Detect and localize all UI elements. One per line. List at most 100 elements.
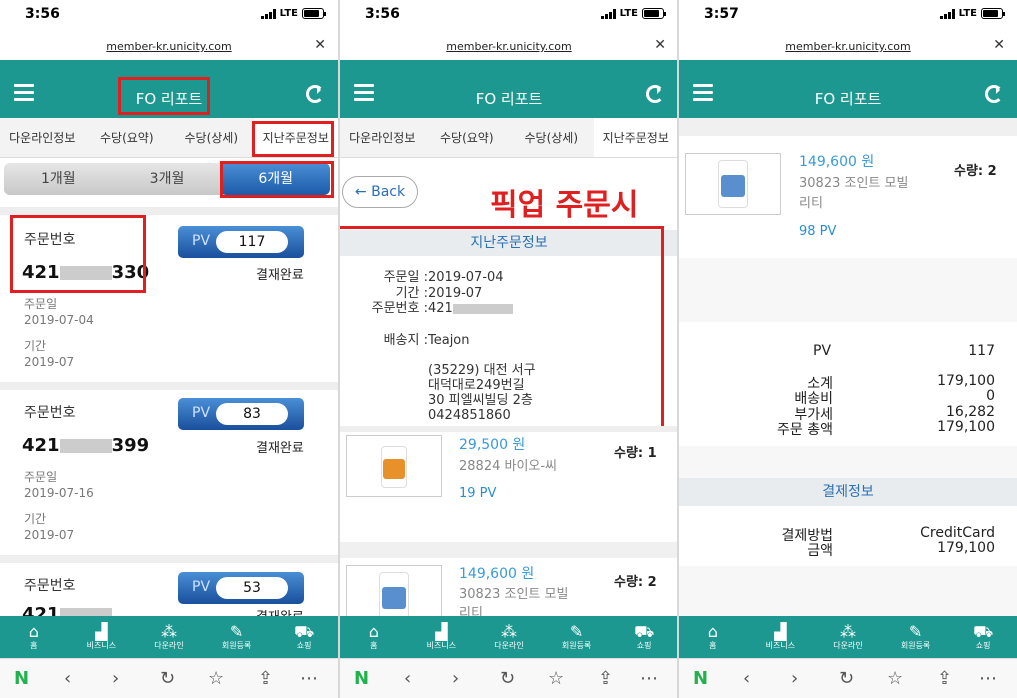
order-date-label: 주문일: [24, 470, 58, 484]
bottom-nav-item[interactable]: ▟ 비즈니스: [68, 616, 136, 658]
star-icon[interactable]: ☆: [887, 668, 903, 689]
network-type: LTE: [958, 8, 977, 19]
bottom-nav-item[interactable]: ⌂ 홈: [679, 616, 747, 658]
bottom-nav: ⌂ 홈 ▟ 비즈니스 ⁂ 다운라인 ✎ 회원등록 ⛟ 쇼핑: [679, 616, 1017, 658]
close-icon[interactable]: ✕: [654, 37, 666, 53]
reload-icon[interactable]: ↻: [160, 668, 175, 689]
naver-icon[interactable]: N: [14, 668, 29, 689]
order-number-label: 주문번호: [24, 405, 76, 421]
more-icon[interactable]: ⋯: [640, 668, 658, 689]
bottom-nav-item[interactable]: ⛟ 쇼핑: [270, 616, 338, 658]
star-icon[interactable]: ☆: [548, 668, 564, 689]
bottom-nav: ⌂ 홈 ▟ 비즈니스 ⁂ 다운라인 ✎ 회원등록 ⛟ 쇼핑: [340, 616, 678, 658]
clock: 3:56: [25, 6, 60, 22]
battery-icon: [642, 8, 666, 19]
pickup-annotation: 픽업 주문시: [490, 188, 639, 223]
back-arrow-icon[interactable]: ‹: [404, 668, 411, 689]
bottom-nav-item[interactable]: ⌂ 홈: [340, 616, 408, 658]
bottom-nav-item[interactable]: ▟ 비즈니스: [747, 616, 815, 658]
refresh-icon[interactable]: [646, 85, 664, 103]
bottom-nav-item[interactable]: ✎ 회원등록: [203, 616, 271, 658]
product-price: 29,500 원: [459, 437, 526, 453]
tab-past-orders[interactable]: 지난주문정보: [593, 118, 678, 157]
highlight-box: [252, 121, 334, 157]
product-pv: 19 PV: [459, 486, 497, 501]
bottom-nav-item[interactable]: ⁂ 다운라인: [475, 616, 543, 658]
more-icon[interactable]: ⋯: [979, 668, 997, 689]
tab-commission-detail[interactable]: 수당(상세): [509, 118, 594, 157]
star-icon[interactable]: ☆: [208, 668, 224, 689]
bottom-nav-item[interactable]: ▟ 비즈니스: [408, 616, 476, 658]
bottom-nav-item[interactable]: ⁂ 다운라인: [814, 616, 882, 658]
chart-icon: ▟: [435, 622, 448, 641]
bottom-nav-item[interactable]: ✎ 회원등록: [882, 616, 950, 658]
highlight-box: [118, 77, 210, 115]
back-button[interactable]: ← Back: [342, 176, 418, 208]
total-label: 주문 총액: [777, 422, 833, 438]
tab-downline[interactable]: 다운라인정보: [0, 118, 85, 157]
status-bar: 3:56 LTE: [0, 0, 338, 30]
refresh-icon[interactable]: [985, 85, 1003, 103]
period-3-months[interactable]: 3개월: [113, 163, 222, 195]
period-1-month[interactable]: 1개월: [4, 163, 113, 195]
forward-arrow-icon[interactable]: ›: [452, 668, 459, 689]
url-text[interactable]: member-kr.unicity.com: [679, 40, 1017, 53]
naver-icon[interactable]: N: [354, 668, 369, 689]
tab-commission-summary[interactable]: 수당(요약): [425, 118, 510, 157]
highlight-box: [10, 215, 146, 293]
url-bar[interactable]: member-kr.unicity.com ✕: [340, 30, 678, 60]
pv-value: 83: [216, 403, 288, 425]
status-badge: 결재완료: [256, 441, 304, 456]
order-number: 421 399: [22, 435, 150, 456]
reload-icon[interactable]: ↻: [500, 668, 515, 689]
home-icon: ⌂: [368, 622, 379, 641]
amount-label: 금액: [807, 543, 833, 559]
bottom-nav: ⌂ 홈 ▟ 비즈니스 ⁂ 다운라인 ✎ 회원등록 ⛟ 쇼핑: [0, 616, 338, 658]
url-text[interactable]: member-kr.unicity.com: [0, 40, 338, 53]
close-icon[interactable]: ✕: [314, 37, 326, 53]
bottom-nav-label: 회원등록: [221, 641, 252, 650]
network-icon: ⁂: [160, 622, 177, 641]
back-arrow-icon[interactable]: ‹: [64, 668, 71, 689]
url-bar[interactable]: member-kr.unicity.com ✕: [0, 30, 338, 60]
page-title: FO 리포트: [475, 90, 543, 108]
bottom-nav-item[interactable]: ⛟ 쇼핑: [949, 616, 1017, 658]
more-icon[interactable]: ⋯: [300, 668, 318, 689]
order-summary-screen: 3:57 LTE member-kr.unicity.com ✕ FO 리포트 …: [679, 0, 1017, 698]
forward-arrow-icon[interactable]: ›: [112, 668, 119, 689]
product-price: 149,600 원: [799, 154, 875, 170]
url-bar[interactable]: member-kr.unicity.com ✕: [679, 30, 1017, 60]
url-text[interactable]: member-kr.unicity.com: [340, 40, 678, 53]
chart-icon: ▟: [95, 622, 108, 641]
forward-arrow-icon[interactable]: ›: [791, 668, 798, 689]
tab-commission-summary[interactable]: 수당(요약): [85, 118, 170, 157]
clock: 3:57: [704, 6, 739, 22]
browser-toolbar: N ‹ › ↻ ☆ ⇪ ⋯: [679, 658, 1017, 698]
tab-commission-detail[interactable]: 수당(상세): [169, 118, 254, 157]
share-icon[interactable]: ⇪: [598, 668, 613, 689]
bottom-nav-label: 다운라인: [833, 641, 863, 650]
share-icon[interactable]: ⇪: [937, 668, 952, 689]
bottom-nav-item[interactable]: ⁂ 다운라인: [135, 616, 203, 658]
product-name: 리티: [799, 196, 823, 211]
refresh-icon[interactable]: [306, 85, 324, 103]
divider: [0, 382, 338, 390]
tab-downline[interactable]: 다운라인정보: [340, 118, 425, 157]
reload-icon[interactable]: ↻: [839, 668, 854, 689]
back-arrow-icon[interactable]: ‹: [743, 668, 750, 689]
redaction: [59, 439, 112, 453]
naver-icon[interactable]: N: [693, 668, 708, 689]
clock: 3:56: [365, 6, 400, 22]
share-icon[interactable]: ⇪: [258, 668, 273, 689]
pencil-icon: ✎: [569, 622, 584, 641]
bottom-nav-item[interactable]: ⌂ 홈: [0, 616, 68, 658]
bottom-nav-item[interactable]: ⛟ 쇼핑: [610, 616, 678, 658]
subtotal-value: 179,100: [937, 373, 995, 389]
cart-icon: ⛟: [973, 622, 994, 641]
divider: [679, 446, 1017, 478]
bottom-nav-item[interactable]: ✎ 회원등록: [543, 616, 611, 658]
product-pv: 98 PV: [799, 224, 837, 239]
close-icon[interactable]: ✕: [993, 37, 1005, 53]
order-date: 2019-07-16: [24, 486, 94, 500]
product-quantity: 수량: 1: [614, 446, 657, 461]
